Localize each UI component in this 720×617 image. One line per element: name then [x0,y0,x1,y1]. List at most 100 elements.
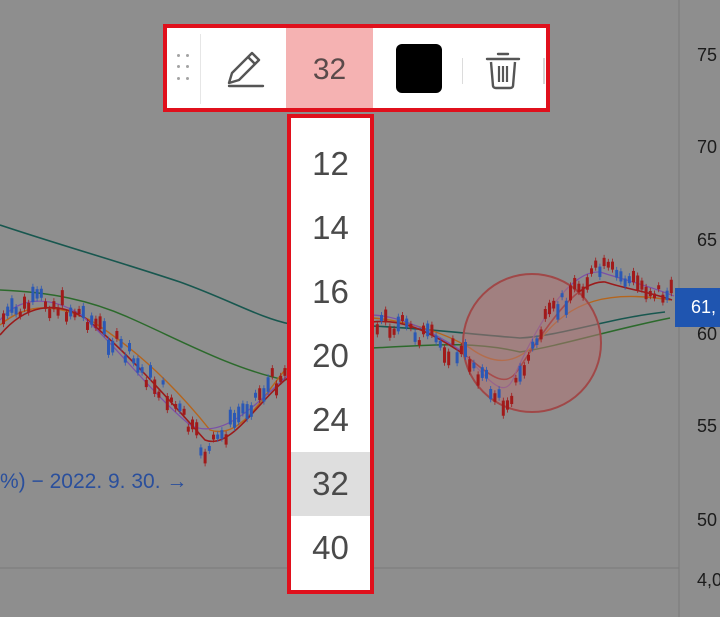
candle-body [94,318,98,328]
candle-body [249,405,253,417]
candle-body [23,296,26,309]
drawing-toolbar: 32 [163,24,550,112]
candle-body [489,388,493,400]
candle-body [426,323,430,337]
candle-body [455,352,459,364]
candle-body [31,286,35,303]
candle-body [506,400,509,410]
price-axis-label: 70 [697,137,718,157]
size-option-40[interactable]: 40 [291,516,370,580]
candle-body [443,347,446,363]
price-axis-label: 65 [697,230,718,250]
candle-body [535,338,539,345]
candle-body [35,289,39,299]
candle-body [262,388,266,402]
candle-body [60,290,64,306]
candle-body [573,277,577,290]
candle-body [518,365,522,382]
candle-body [44,301,47,309]
candle-body [279,375,283,382]
candle-body [522,365,526,376]
candle-body [128,342,131,352]
candle-body [56,307,60,316]
candle-body [375,324,379,335]
candle-body [548,302,551,315]
size-option-32[interactable]: 32 [291,452,370,516]
candle-body [254,392,257,398]
candle-body [6,306,10,316]
candle-body [644,286,648,300]
candle-body [636,275,640,290]
delete-button[interactable] [483,48,523,92]
size-option-12[interactable]: 12 [291,132,370,196]
pencil-button[interactable] [215,42,275,96]
candle-body [480,367,484,378]
candle-body [186,426,190,432]
candle-body [619,271,623,282]
candle-body [283,368,287,376]
candle-body [191,419,194,430]
pencil-icon [227,51,265,88]
size-option-20[interactable]: 20 [291,324,370,388]
candle-body [438,340,442,348]
candle-body [220,430,224,439]
candle-body [464,341,467,358]
candle-body [560,293,564,298]
candle-body [413,332,417,342]
color-swatch-button[interactable] [396,44,442,93]
candle-body [451,338,455,345]
candle-body [653,293,656,299]
candle-body [384,309,388,323]
candle-body [10,298,14,313]
candle-body [258,388,262,401]
candle-body [648,290,652,297]
price-axis-label: 4,0 [697,570,720,590]
candle-body [123,355,127,363]
candle-body [669,279,673,294]
candle-body [2,313,5,325]
candle-body [266,377,270,392]
candle-body [627,276,631,284]
candle-body [417,340,421,346]
candle-body [115,330,119,339]
size-option-16[interactable]: 16 [291,260,370,324]
candle-body [493,393,497,402]
candle-body [170,397,173,403]
candle-body [657,285,661,290]
candle-body [510,395,514,405]
candle-body [216,434,220,439]
candle-body [270,368,274,377]
candle-body [632,270,635,283]
grip-icon[interactable] [177,54,191,84]
price-axis-label: 75 [697,45,718,65]
candle-body [476,374,480,386]
candle-body [228,409,232,425]
candle-body [623,278,627,287]
candle-body [199,447,203,456]
candle-body [195,422,199,436]
candle-body [409,323,413,329]
candle-body [602,257,606,267]
candle-body [447,351,451,366]
size-option-24[interactable]: 24 [291,388,370,452]
candle-body [132,358,136,364]
candle-body [178,403,182,412]
candle-body [590,268,593,274]
candle-body [102,321,106,335]
candle-body [401,315,404,322]
candle-body [552,300,556,309]
candle-body [501,400,505,416]
candle-body [241,403,245,414]
trash-icon [485,52,521,90]
candle-body [606,261,610,268]
candle-body [144,379,148,388]
size-option-14[interactable]: 14 [291,196,370,260]
candle-body [27,302,31,313]
candle-body [434,335,438,343]
candle-body [405,318,409,328]
size-button[interactable]: 32 [286,28,373,108]
candle-body [165,396,169,411]
candle-body [107,339,110,355]
candle-body [527,354,530,361]
candle-body [149,365,152,378]
